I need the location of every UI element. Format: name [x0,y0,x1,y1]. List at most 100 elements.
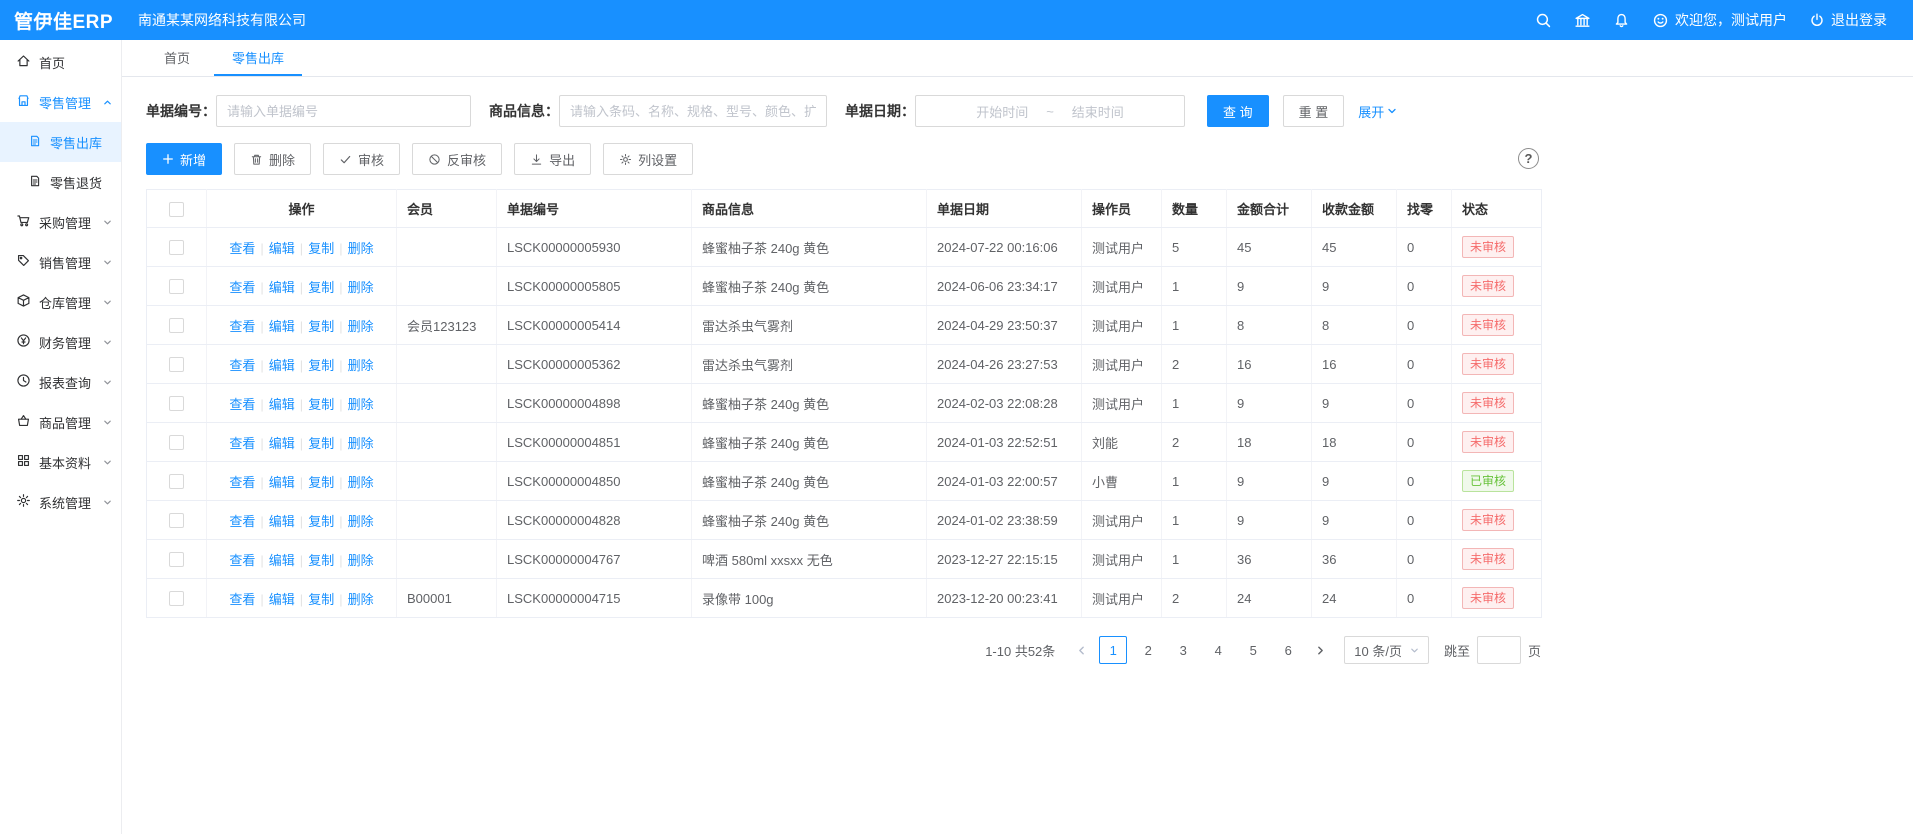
logout-button[interactable]: 退出登录 [1809,10,1887,30]
action-view[interactable]: 查看 [229,241,255,256]
action-copy[interactable]: 复制 [308,358,334,373]
row-checkbox[interactable] [169,474,184,489]
audit-button[interactable]: 审核 [323,143,400,175]
help-icon[interactable]: ? [1518,148,1539,169]
action-delete[interactable]: 删除 [348,280,374,295]
sidebar-item-sales[interactable]: 销售管理 [0,242,121,282]
add-button[interactable]: 新增 [146,143,222,175]
action-view[interactable]: 查看 [229,436,255,451]
goods-info-input[interactable] [559,95,827,127]
tab-retail-out[interactable]: 零售出库 [214,40,302,76]
action-copy[interactable]: 复制 [308,397,334,412]
bank-icon[interactable] [1574,12,1591,29]
action-copy[interactable]: 复制 [308,553,334,568]
action-view[interactable]: 查看 [229,553,255,568]
action-delete[interactable]: 删除 [348,592,374,607]
action-edit[interactable]: 编辑 [269,358,295,373]
status-badge: 未审核 [1462,431,1514,453]
unaudit-button[interactable]: 反审核 [412,143,502,175]
reset-button[interactable]: 重 置 [1283,95,1345,127]
tag-icon [16,253,31,271]
sidebar-item-retail-out[interactable]: 零售出库 [0,122,121,162]
export-button[interactable]: 导出 [514,143,591,175]
search-icon[interactable] [1535,12,1552,29]
action-copy[interactable]: 复制 [308,280,334,295]
action-delete[interactable]: 删除 [348,397,374,412]
action-view[interactable]: 查看 [229,319,255,334]
action-view[interactable]: 查看 [229,592,255,607]
column-settings-button[interactable]: 列设置 [603,143,693,175]
action-view[interactable]: 查看 [229,514,255,529]
expand-link[interactable]: 展开 [1358,102,1397,121]
jump-page-input[interactable] [1477,636,1521,664]
date-range-picker[interactable]: 开始时间 ~ 结束时间 [915,95,1185,127]
row-checkbox-cell [147,228,207,267]
row-qty: 1 [1162,384,1227,423]
action-edit[interactable]: 编辑 [269,241,295,256]
action-copy[interactable]: 复制 [308,514,334,529]
page-button-4[interactable]: 4 [1204,636,1232,664]
action-delete[interactable]: 删除 [348,475,374,490]
page-button-5[interactable]: 5 [1239,636,1267,664]
row-checkbox[interactable] [169,513,184,528]
action-view[interactable]: 查看 [229,397,255,412]
delete-button[interactable]: 删除 [234,143,311,175]
action-edit[interactable]: 编辑 [269,319,295,334]
page-size-select[interactable]: 10 条/页 [1344,636,1429,664]
select-all-checkbox[interactable] [169,202,184,217]
action-delete[interactable]: 删除 [348,319,374,334]
page-button-1[interactable]: 1 [1099,636,1127,664]
action-edit[interactable]: 编辑 [269,436,295,451]
row-checkbox[interactable] [169,396,184,411]
action-copy[interactable]: 复制 [308,436,334,451]
action-view[interactable]: 查看 [229,280,255,295]
action-delete[interactable]: 删除 [348,241,374,256]
search-button[interactable]: 查 询 [1207,95,1269,127]
page-button-3[interactable]: 3 [1169,636,1197,664]
action-copy[interactable]: 复制 [308,475,334,490]
action-view[interactable]: 查看 [229,475,255,490]
action-delete[interactable]: 删除 [348,553,374,568]
row-checkbox[interactable] [169,279,184,294]
action-edit[interactable]: 编辑 [269,397,295,412]
action-copy[interactable]: 复制 [308,592,334,607]
sidebar-item-retail[interactable]: 零售管理 [0,82,121,122]
action-edit[interactable]: 编辑 [269,280,295,295]
action-separator: | [339,553,342,568]
row-checkbox[interactable] [169,318,184,333]
action-view[interactable]: 查看 [229,358,255,373]
chevron-down-icon [103,458,112,467]
row-checkbox[interactable] [169,240,184,255]
action-copy[interactable]: 复制 [308,319,334,334]
welcome-user[interactable]: 欢迎您，测试用户 [1652,10,1787,30]
page-button-6[interactable]: 6 [1274,636,1302,664]
bill-no-input[interactable] [216,95,471,127]
action-delete[interactable]: 删除 [348,436,374,451]
prev-page-button[interactable] [1070,636,1092,664]
row-checkbox[interactable] [169,357,184,372]
sidebar-item-warehouse[interactable]: 仓库管理 [0,282,121,322]
sidebar-item-purchase[interactable]: 采购管理 [0,202,121,242]
row-checkbox[interactable] [169,552,184,567]
action-delete[interactable]: 删除 [348,514,374,529]
bell-icon[interactable] [1613,12,1630,29]
sidebar-item-finance[interactable]: 财务管理 [0,322,121,362]
action-edit[interactable]: 编辑 [269,475,295,490]
clock-icon [16,373,31,391]
sidebar-item-reports[interactable]: 报表查询 [0,362,121,402]
tab-home[interactable]: 首页 [146,40,208,76]
action-edit[interactable]: 编辑 [269,592,295,607]
sidebar-item-home[interactable]: 首页 [0,42,121,82]
row-checkbox[interactable] [169,591,184,606]
row-checkbox[interactable] [169,435,184,450]
action-edit[interactable]: 编辑 [269,553,295,568]
sidebar-item-system[interactable]: 系统管理 [0,482,121,522]
sidebar-item-goods[interactable]: 商品管理 [0,402,121,442]
action-edit[interactable]: 编辑 [269,514,295,529]
action-copy[interactable]: 复制 [308,241,334,256]
sidebar-item-retail-return[interactable]: 零售退货 [0,162,121,202]
page-button-2[interactable]: 2 [1134,636,1162,664]
next-page-button[interactable] [1309,636,1331,664]
action-delete[interactable]: 删除 [348,358,374,373]
sidebar-item-basic-data[interactable]: 基本资料 [0,442,121,482]
